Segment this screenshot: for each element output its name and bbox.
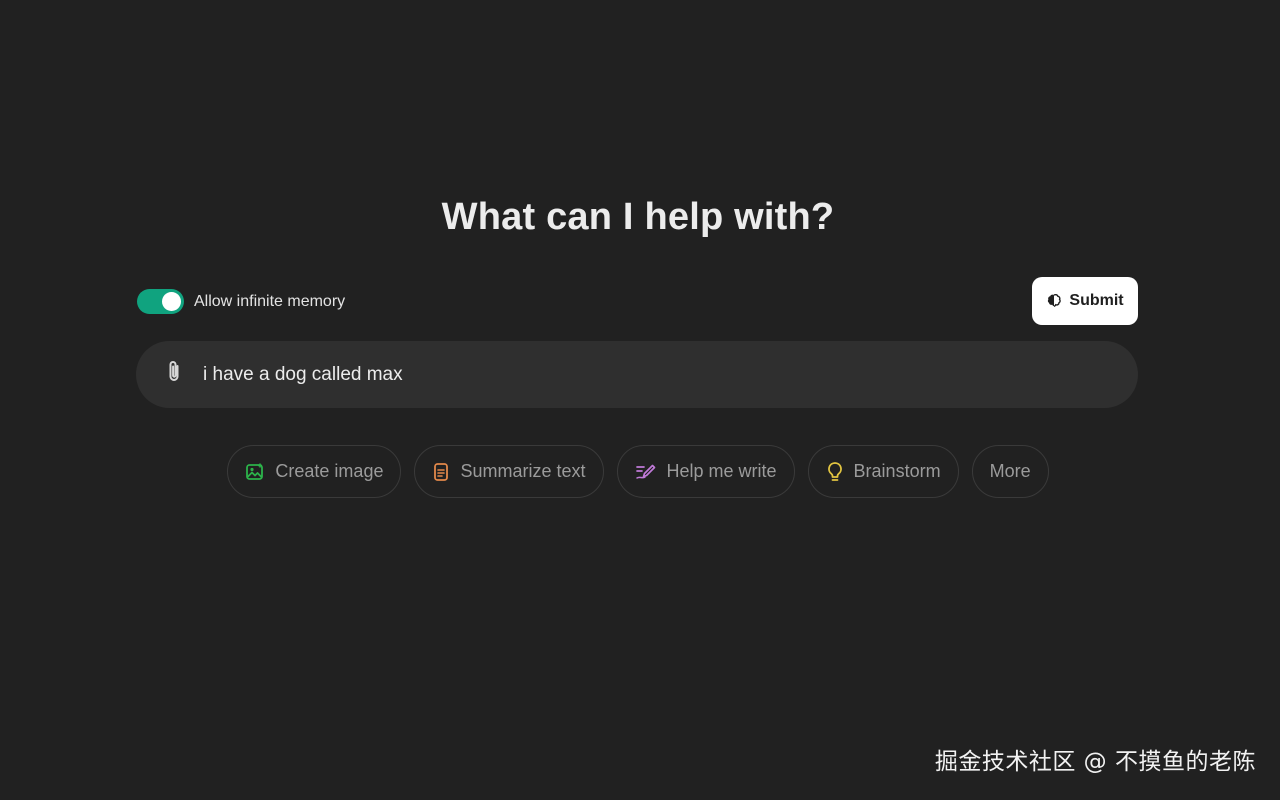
attach-button[interactable] [159,360,189,390]
watermark: 掘金技术社区 @ 不摸鱼的老陈 [934,749,1256,775]
create-image-label: Create image [275,461,384,481]
help-me-write-chip[interactable]: Help me write [616,445,795,498]
submit-button[interactable]: Submit [1032,277,1138,325]
create-image-chip[interactable]: Create image [227,445,402,498]
toggle-knob [162,292,181,311]
page-title: What can I help with? [441,196,835,238]
summarize-text-chip[interactable]: Summarize text [414,445,604,498]
brainstorm-label: Brainstorm [853,461,941,481]
brainstorm-chip[interactable]: Brainstorm [807,445,959,498]
memory-toggle[interactable]: Allow infinite memory [137,289,345,314]
memory-toggle-label: Allow infinite memory [194,292,346,310]
controls-row: Allow infinite memory Submit [137,277,1138,325]
more-label: More [989,461,1031,481]
lightbulb-icon [826,461,844,483]
image-icon [245,462,265,482]
brain-icon [1046,293,1062,309]
help-me-write-label: Help me write [666,461,777,481]
more-chip[interactable]: More [971,445,1049,498]
document-icon [432,462,450,482]
suggestion-chips: Create image Summarize text Help me writ… [0,445,1276,498]
message-input[interactable] [203,359,1138,390]
page: What can I help with? Allow infinite mem… [0,0,1280,800]
submit-label: Submit [1069,292,1124,309]
summarize-text-label: Summarize text [460,461,586,481]
composer [136,341,1138,408]
toggle-track[interactable] [137,289,184,314]
pen-icon [635,462,657,482]
paperclip-icon [163,359,185,390]
